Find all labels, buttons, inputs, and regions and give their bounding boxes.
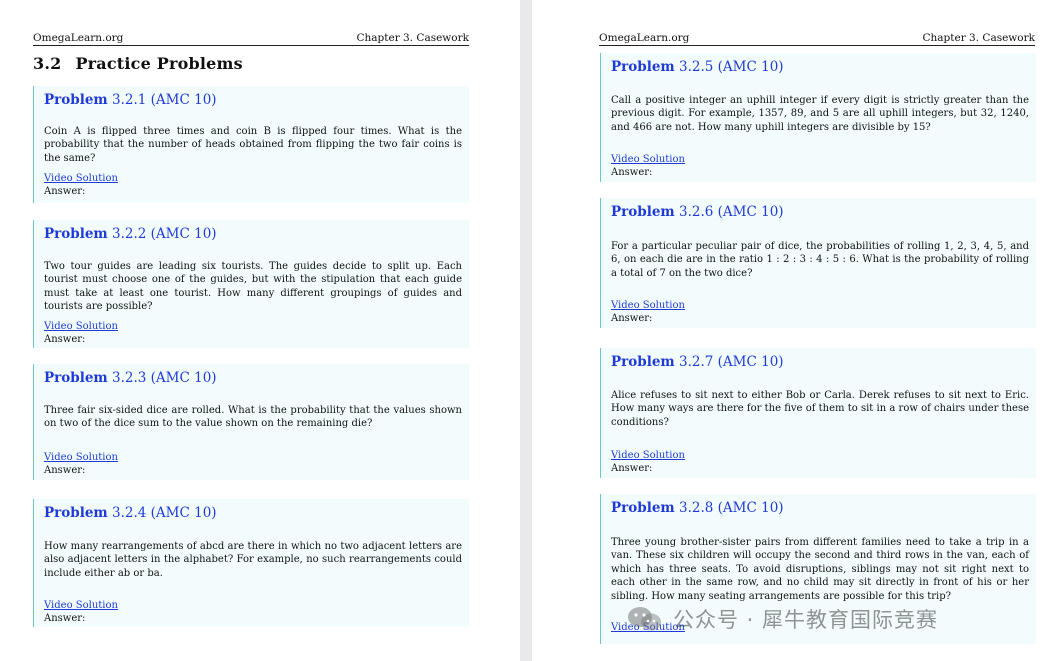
video-solution-link[interactable]: Video Solution	[44, 172, 118, 185]
problem-box: Problem 3.2.2 (AMC 10) Two tour guides a…	[33, 220, 469, 348]
left-page: OmegaLearn.org Chapter 3. Casework 3.2 Pr…	[0, 0, 520, 661]
section-title: 3.2 Practice Problems	[33, 54, 243, 73]
problem-text: Coin A is flipped three times and coin B…	[44, 126, 462, 164]
video-solution-link[interactable]: Video Solution	[611, 299, 685, 312]
video-solution-link[interactable]: Video Solution	[44, 451, 118, 464]
problem-title: Problem 3.2.3 (AMC 10)	[44, 370, 217, 386]
problem-title: Problem 3.2.6 (AMC 10)	[611, 204, 784, 220]
answer-label: Answer:	[44, 613, 86, 624]
problem-title: Problem 3.2.5 (AMC 10)	[611, 59, 784, 75]
problem-title: Problem 3.2.2 (AMC 10)	[44, 226, 217, 242]
problem-title: Problem 3.2.4 (AMC 10)	[44, 505, 217, 521]
problem-text: Three fair six-sided dice are rolled. Wh…	[44, 405, 462, 430]
problem-box: Problem 3.2.5 (AMC 10) Call a positive i…	[600, 53, 1036, 182]
header-site: OmegaLearn.org	[33, 32, 124, 44]
page-header: OmegaLearn.org Chapter 3. Casework	[599, 31, 1035, 46]
problem-box: Problem 3.2.6 (AMC 10) For a particular …	[600, 198, 1036, 328]
answer-label: Answer:	[44, 186, 86, 197]
right-page: OmegaLearn.org Chapter 3. Casework Probl…	[532, 0, 1054, 661]
video-solution-link[interactable]: Video Solution	[44, 320, 118, 333]
section-name: Practice Problems	[75, 54, 243, 73]
answer-label: Answer:	[44, 334, 86, 345]
watermark: 公众号 · 犀牛教育国际竞赛	[625, 604, 938, 634]
answer-label: Answer:	[44, 465, 86, 476]
problem-box: Problem 3.2.3 (AMC 10) Three fair six-si…	[33, 364, 469, 480]
video-solution-link[interactable]: Video Solution	[611, 153, 685, 166]
answer-label: Answer:	[611, 167, 653, 178]
problem-text: Call a positive integer an uphill intege…	[611, 95, 1029, 133]
problem-box: Problem 3.2.1 (AMC 10) Coin A is flipped…	[33, 86, 469, 203]
wechat-icon	[628, 607, 661, 631]
video-solution-link[interactable]: Video Solution	[44, 599, 118, 612]
answer-label: Answer:	[611, 463, 653, 474]
header-chapter: Chapter 3. Casework	[356, 32, 469, 44]
problem-box: Problem 3.2.7 (AMC 10) Alice refuses to …	[600, 348, 1036, 478]
answer-label: Answer:	[611, 313, 653, 324]
problem-text: Two tour guides are leading six tourists…	[44, 261, 462, 313]
problem-text: For a particular peculiar pair of dice, …	[611, 241, 1029, 279]
problem-title: Problem 3.2.1 (AMC 10)	[44, 92, 217, 108]
header-chapter: Chapter 3. Casework	[922, 32, 1035, 44]
page-header: OmegaLearn.org Chapter 3. Casework	[33, 31, 469, 46]
header-site: OmegaLearn.org	[599, 32, 690, 44]
watermark-text: 公众号 · 犀牛教育国际竞赛	[673, 608, 939, 632]
problem-text: Alice refuses to sit next to either Bob …	[611, 390, 1029, 428]
video-solution-link[interactable]: Video Solution	[611, 449, 685, 462]
problem-text: How many rearrangements of abcd are ther…	[44, 541, 462, 579]
problem-text: Three young brother-sister pairs from di…	[611, 537, 1029, 602]
section-number: 3.2	[33, 54, 62, 73]
problem-title: Problem 3.2.7 (AMC 10)	[611, 354, 784, 370]
problem-box: Problem 3.2.4 (AMC 10) How many rearrang…	[33, 499, 469, 627]
problem-title: Problem 3.2.8 (AMC 10)	[611, 500, 784, 516]
